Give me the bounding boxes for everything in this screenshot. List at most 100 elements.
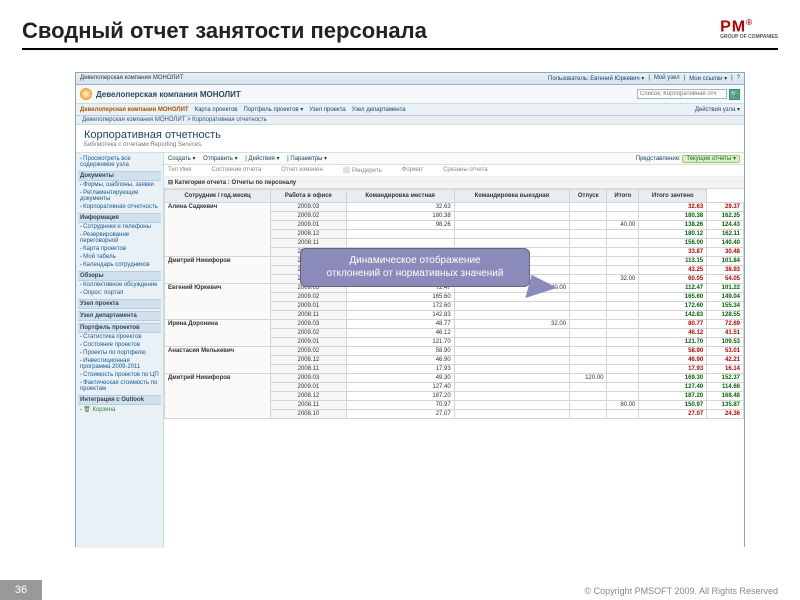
sidebar-item[interactable]: Коллективное обсуждение: [78, 281, 161, 289]
app-title: Девелоперская компания МОНОЛИТ: [96, 90, 241, 99]
total-cell: 138.26: [639, 221, 707, 230]
period-cell: 2008.11: [271, 401, 347, 410]
trip-out-cell: [570, 392, 607, 401]
trip-out-cell: [570, 293, 607, 302]
node-actions-menu[interactable]: Действия узла ▾: [695, 106, 740, 113]
sidebar-item[interactable]: Календарь сотрудников: [78, 261, 161, 269]
total-credited-cell: 54.05: [707, 275, 744, 284]
col-header[interactable]: Командировка выездная: [454, 190, 569, 203]
office-cell: 27.07: [346, 410, 454, 419]
office-cell: 127.40: [346, 383, 454, 392]
content-title: Корпоративная отчетность: [84, 129, 736, 141]
period-cell: 2009.01: [271, 302, 347, 311]
sidebar-item[interactable]: Фактическая стоимость по проектам: [78, 379, 161, 393]
sidebar-item[interactable]: Мой табель: [78, 253, 161, 261]
employee-cell: Анастасия Мелькевич: [165, 347, 271, 374]
trip-out-cell: [570, 284, 607, 293]
vacation-cell: [607, 266, 639, 275]
period-cell: 2009.03: [271, 203, 347, 212]
filter-col: Состояние отчета: [211, 167, 261, 174]
col-header[interactable]: Сотрудник / год.месяц: [165, 190, 271, 203]
sidebar-item[interactable]: Резервирование переговорной: [78, 231, 161, 245]
col-header[interactable]: Отпуск: [570, 190, 607, 203]
sidebar-group[interactable]: Документы: [78, 171, 161, 181]
sidebar-item[interactable]: Карта проектов: [78, 245, 161, 253]
tab-0[interactable]: Девелоперская компания МОНОЛИТ: [80, 107, 189, 113]
category-row[interactable]: ⊟ Категория отчета : Отчеты по персоналу: [164, 177, 744, 189]
col-header[interactable]: Итого зачтено: [639, 190, 707, 203]
view-selector[interactable]: Текущие отчеты ▾: [682, 155, 740, 163]
total-cell: 17.93: [639, 365, 707, 374]
vacation-cell: [607, 230, 639, 239]
total-cell: 142.83: [639, 311, 707, 320]
period-cell: 2008.10: [271, 410, 347, 419]
col-header[interactable]: Командировка местная: [346, 190, 454, 203]
copyright: © Copyright PMSOFT 2009. All Rights Rese…: [584, 586, 778, 596]
sidebar-item[interactable]: Формы, шаблоны, заявки: [78, 181, 161, 189]
sidebar-group[interactable]: Портфель проектов: [78, 323, 161, 333]
office-cell: 142.83: [346, 311, 454, 320]
office-cell: 48.77: [346, 320, 454, 329]
sidebar-item[interactable]: Опрос: портал: [78, 289, 161, 297]
params-menu[interactable]: Параметры ▾: [290, 156, 327, 162]
sidebar-item[interactable]: Стоимость проектов по ЦП: [78, 371, 161, 379]
trip-out-cell: [570, 257, 607, 266]
sidebar-item[interactable]: Проекты по портфелю: [78, 349, 161, 357]
sidebar-item[interactable]: Регламентирующие документы: [78, 189, 161, 203]
employee-cell: Дмитрий Никифоров: [165, 257, 271, 284]
tab-2[interactable]: Портфель проектов ▾: [243, 107, 303, 113]
sidebar-group[interactable]: Информация: [78, 213, 161, 223]
my-unit-link[interactable]: Мой узел: [654, 75, 680, 82]
trip-out-cell: [570, 275, 607, 284]
sidebar-group[interactable]: Узел проекта: [78, 299, 161, 309]
nav-tabs[interactable]: Девелоперская компания МОНОЛИТ Карта прое…: [80, 106, 412, 113]
total-credited-cell: 16.14: [707, 365, 744, 374]
total-cell: 32.63: [639, 203, 707, 212]
sidebar-item[interactable]: Состояние проектов: [78, 341, 161, 349]
trip-out-cell: [570, 365, 607, 374]
vacation-cell: [607, 203, 639, 212]
table-row: Алина Садкевич2009.0332.6332.6329.37: [165, 203, 744, 212]
tab-1[interactable]: Карта проектов: [195, 107, 238, 113]
breadcrumb[interactable]: Девелоперская компания МОНОЛИТ > Корпора…: [82, 117, 267, 123]
sidebar-item[interactable]: Просмотреть все содержимое узла: [78, 155, 161, 169]
vacation-cell: [607, 329, 639, 338]
sidebar-group[interactable]: Интеграция с Outlook: [78, 395, 161, 405]
trip-out-cell: [570, 320, 607, 329]
period-cell: 2009.03: [271, 374, 347, 383]
total-cell: 156.00: [639, 239, 707, 248]
sidebar-group[interactable]: Обзоры: [78, 271, 161, 281]
tab-3[interactable]: Узел проекта: [309, 107, 345, 113]
total-credited-cell: 38.93: [707, 266, 744, 275]
employee-cell: Ирина Доронина: [165, 320, 271, 347]
office-cell: 180.38: [346, 212, 454, 221]
sidebar-item[interactable]: Корпоративная отчетность: [78, 203, 161, 211]
col-header[interactable]: Работа в офисе: [271, 190, 347, 203]
search-button[interactable]: 🔍: [729, 89, 740, 100]
col-header[interactable]: Итого: [607, 190, 639, 203]
vacation-cell: [607, 365, 639, 374]
search-input[interactable]: [637, 89, 727, 99]
sidebar-item[interactable]: Инвестиционная программа 2009-2011: [78, 357, 161, 371]
help-icon[interactable]: ?: [737, 75, 740, 82]
period-cell: 2008.12: [271, 230, 347, 239]
actions-menu[interactable]: Действия ▾: [249, 156, 280, 162]
trip-local-cell: [454, 347, 569, 356]
create-menu[interactable]: Создать ▾: [168, 156, 195, 162]
sidebar-group[interactable]: Узел департамента: [78, 311, 161, 321]
tab-4[interactable]: Узел департамента: [352, 107, 406, 113]
user-menu[interactable]: Пользователь: Евгений Юркевич ▾: [548, 75, 644, 82]
recycle-bin[interactable]: 🗑 Корзина: [78, 405, 161, 414]
total-cell: 180.12: [639, 230, 707, 239]
trip-out-cell: [570, 311, 607, 320]
total-cell: 121.70: [639, 338, 707, 347]
office-cell: 70.97: [346, 401, 454, 410]
sidebar-item[interactable]: Сотрудники и телефоны: [78, 223, 161, 231]
send-menu[interactable]: Отправить ▾: [203, 156, 237, 162]
period-cell: 2009.02: [271, 347, 347, 356]
view-label: Представление:: [636, 156, 681, 162]
sidebar-item[interactable]: Статистика проектов: [78, 333, 161, 341]
period-cell: 2008.12: [271, 356, 347, 365]
my-links-menu[interactable]: Мои ссылки ▾: [689, 75, 727, 82]
table-row: Анастасия Мелькевич2009.0258.9058.9053.0…: [165, 347, 744, 356]
